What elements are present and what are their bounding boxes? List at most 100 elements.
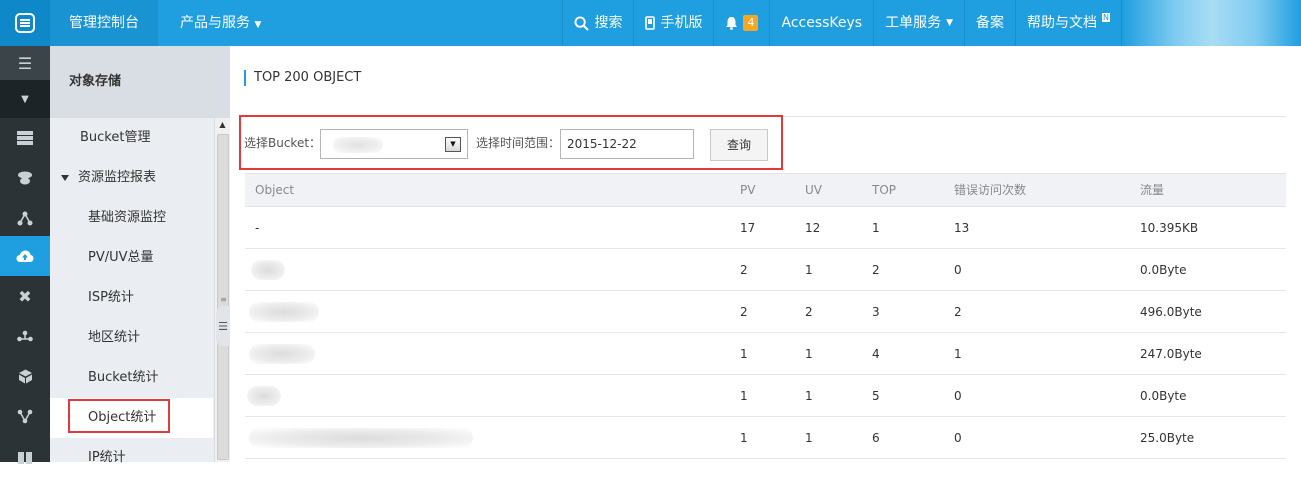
time-range-label: 选择时间范围： <box>476 136 561 150</box>
products-menu[interactable]: 产品与服务 ▼ <box>180 0 261 46</box>
cell-traffic: 247.0Byte <box>1140 347 1202 361</box>
beian-link[interactable]: 备案 <box>964 0 1015 46</box>
main-content: TOP 200 OBJECT 选择Bucket： ▼ 选择时间范围： 2015-… <box>230 46 1301 462</box>
grid-icon[interactable] <box>0 438 50 478</box>
sidebar-item-bucket-manage[interactable]: Bucket管理 <box>50 118 213 158</box>
scroll-up-icon[interactable]: ▲ <box>215 118 230 132</box>
table-row: 1 1 4 1 247.0Byte <box>245 333 1286 375</box>
search-button[interactable]: 搜索 <box>562 0 633 46</box>
chevron-down-icon[interactable]: ▼ <box>0 80 50 118</box>
caret-down-icon: ▼ <box>946 18 954 28</box>
cell-errors: 0 <box>954 431 962 445</box>
triangle-down-icon <box>61 174 69 181</box>
scrollbar-thumb[interactable]: ≡ <box>217 134 229 460</box>
cell-uv: 2 <box>805 305 813 319</box>
cell-top: 3 <box>872 305 880 319</box>
share-nodes-icon[interactable] <box>0 316 50 356</box>
sidebar-item-isp[interactable]: ISP统计 <box>50 278 213 318</box>
dropdown-arrow-icon[interactable]: ▼ <box>445 137 461 152</box>
sidebar-item-pvuv[interactable]: PV/UV总量 <box>50 238 213 278</box>
search-label: 搜索 <box>594 15 623 31</box>
console-logo-icon[interactable] <box>0 0 50 46</box>
table-header: Object PV UV TOP 错误访问次数 流量 <box>245 173 1286 207</box>
help-label: 帮助与文档 <box>1027 15 1098 31</box>
bucket-select[interactable]: ▼ <box>320 129 468 159</box>
object-name-redacted <box>247 386 281 406</box>
sidebar-group-resource-monitor[interactable]: 资源监控报表 <box>50 158 213 198</box>
col-object: Object <box>255 183 295 197</box>
bucket-label: 选择Bucket： <box>244 136 322 150</box>
cell-pv: 17 <box>740 221 756 235</box>
accesskeys-link[interactable]: AccessKeys <box>769 0 873 46</box>
object-stats-highlight <box>68 399 170 433</box>
sidebar-scrollbar[interactable]: ▲ ≡ <box>214 118 230 462</box>
mobile-label: 手机版 <box>660 15 703 31</box>
sidebar-group-label: 资源监控报表 <box>78 170 157 185</box>
table-row: 1 1 6 0 25.0Byte <box>245 417 1286 459</box>
query-button[interactable]: 查询 <box>710 129 768 161</box>
cell-uv: 12 <box>805 221 821 235</box>
sidebar-title: 对象存储 <box>50 46 230 118</box>
cell-errors: 0 <box>954 263 962 277</box>
cell-traffic: 0.0Byte <box>1140 263 1187 277</box>
help-docs-link[interactable]: 帮助与文档 N <box>1015 0 1121 46</box>
cube-icon[interactable] <box>0 356 50 396</box>
sidebar-item-region[interactable]: 地区统计 <box>50 318 213 358</box>
products-menu-label: 产品与服务 <box>180 15 250 31</box>
cell-object: - <box>255 221 260 235</box>
network-nodes-icon[interactable] <box>0 198 50 238</box>
tickets-label: 工单服务 <box>885 15 942 31</box>
cell-errors: 13 <box>954 221 970 235</box>
cell-top: 4 <box>872 347 880 361</box>
col-errors: 错误访问次数 <box>954 183 1027 197</box>
object-name-redacted <box>249 428 473 448</box>
cell-top: 1 <box>872 221 880 235</box>
bucket-name-redacted <box>333 137 383 153</box>
cell-traffic: 0.0Byte <box>1140 389 1187 403</box>
cell-traffic: 496.0Byte <box>1140 305 1202 319</box>
object-name-redacted <box>249 344 315 364</box>
col-top: TOP <box>872 183 897 197</box>
new-badge: N <box>1102 12 1110 22</box>
table-row: 2 1 2 0 0.0Byte <box>245 249 1286 291</box>
cloud-upload-icon[interactable] <box>0 236 50 276</box>
cell-errors: 1 <box>954 347 962 361</box>
cell-errors: 2 <box>954 305 962 319</box>
server-icon[interactable] <box>0 118 50 158</box>
notification-count-badge: 4 <box>743 15 759 31</box>
cell-uv: 1 <box>805 263 813 277</box>
mobile-version-link[interactable]: 手机版 <box>633 0 713 46</box>
cell-pv: 2 <box>740 263 748 277</box>
caret-down-icon: ▼ <box>254 20 262 30</box>
table-row: - 17 12 1 13 10.395KB <box>245 207 1286 249</box>
table-row: 2 2 3 2 496.0Byte <box>245 291 1286 333</box>
grip-icon: ≡ <box>220 295 227 304</box>
sidebar-collapse-icon[interactable]: ☰ <box>216 306 230 346</box>
object-name-redacted <box>251 260 285 280</box>
sidebar-item-ip-stats[interactable]: IP统计 <box>50 438 213 478</box>
table-row: 1 1 5 0 0.0Byte <box>245 375 1286 417</box>
cell-top: 5 <box>872 389 880 403</box>
sidebar-item-basic-monitor[interactable]: 基础资源监控 <box>50 198 213 238</box>
sidebar-item-bucket-stats[interactable]: Bucket统计 <box>50 358 213 398</box>
database-icon[interactable] <box>0 158 50 198</box>
object-name-redacted <box>249 302 319 322</box>
cell-pv: 2 <box>740 305 748 319</box>
console-home-link[interactable]: 管理控制台 <box>50 0 158 46</box>
cell-uv: 1 <box>805 347 813 361</box>
tickets-menu[interactable]: 工单服务 ▼ <box>873 0 964 46</box>
page-title: TOP 200 OBJECT <box>244 70 361 86</box>
product-icon-rail: ☰ ▼ ✖ <box>0 46 50 464</box>
graph-icon[interactable] <box>0 396 50 436</box>
cell-uv: 1 <box>805 431 813 445</box>
date-input[interactable]: 2015-12-22 <box>560 129 694 159</box>
user-account-menu[interactable] <box>1121 0 1301 46</box>
cell-pv: 1 <box>740 431 748 445</box>
cross-arrows-icon[interactable]: ✖ <box>0 276 50 316</box>
notifications-button[interactable]: 4 <box>713 0 769 46</box>
cell-traffic: 10.395KB <box>1140 221 1199 235</box>
top-navbar: 管理控制台 产品与服务 ▼ 搜索 手机版 4 AccessKeys 工单服务 ▼… <box>0 0 1301 46</box>
menu-toggle-icon[interactable]: ☰ <box>0 46 50 80</box>
cell-top: 6 <box>872 431 880 445</box>
mobile-icon <box>645 16 656 30</box>
